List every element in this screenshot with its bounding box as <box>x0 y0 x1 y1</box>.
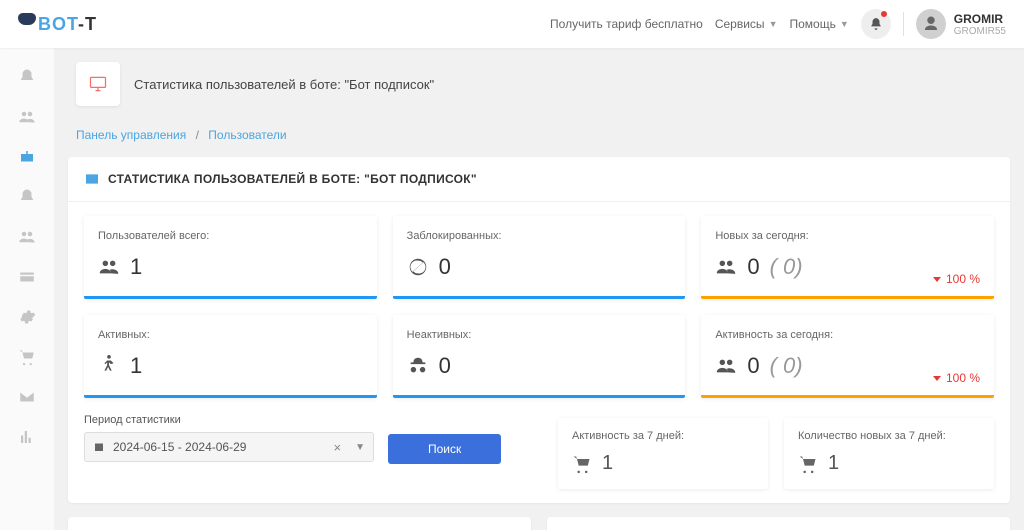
stat-inactive: Неактивных: 0 <box>393 315 686 398</box>
chart-new-period: КОЛИЧЕСТВО НОВЫХ ЗА ПЕРИОД 2024-06-15 - … <box>68 517 531 530</box>
main-content: Статистика пользователей в боте: "Бот по… <box>54 48 1024 530</box>
mini-label: Количество новых за 7 дней: <box>798 430 980 442</box>
date-range-value: 2024-06-15 - 2024-06-29 <box>113 440 246 454</box>
filter-label: Период статистики <box>84 414 374 426</box>
user-info: GROMIR GROMIR55 <box>954 12 1006 37</box>
user-name: GROMIR <box>954 12 1006 26</box>
stat-new-today: Новых за сегодня: 0 ( 0) 100 % <box>701 216 994 299</box>
tariff-link[interactable]: Получить тариф бесплатно <box>550 17 703 31</box>
stat-blocked: Заблокированных: 0 <box>393 216 686 299</box>
stat-label: Активность за сегодня: <box>715 329 980 341</box>
crumb-sep: / <box>196 128 199 142</box>
cart-icon <box>798 454 818 474</box>
logo-text: BOT-T <box>38 14 97 35</box>
stat-label: Пользователей всего: <box>98 230 363 242</box>
sidebar-item-users[interactable] <box>16 106 38 128</box>
user-subname: GROMIR55 <box>954 26 1006 37</box>
trend-value: 100 % <box>946 272 980 286</box>
users-icon <box>98 256 120 278</box>
caret-down-icon <box>932 373 942 383</box>
stat-subvalue: ( 0) <box>770 353 803 379</box>
crumb-root[interactable]: Панель управления <box>76 128 186 142</box>
caret-down-icon <box>932 274 942 284</box>
sidebar-item-mail[interactable] <box>16 386 38 408</box>
id-card-icon <box>84 171 100 187</box>
chart-activity-period: АКТИВНОСТЬ ЗА ПЕРИОД 2024-06-15 - 2024-0… <box>547 517 1010 530</box>
ban-icon <box>407 256 429 278</box>
stat-trend: 100 % <box>932 272 980 286</box>
divider <box>903 12 904 36</box>
person-active-icon <box>98 355 120 377</box>
stat-active: Активных: 1 <box>84 315 377 398</box>
mini-value: 1 <box>602 452 613 475</box>
notification-badge <box>881 11 887 17</box>
chevron-down-icon[interactable]: ▼ <box>355 442 365 453</box>
help-label: Помощь <box>789 17 835 31</box>
avatar <box>916 9 946 39</box>
sidebar-item-stats[interactable] <box>16 426 38 448</box>
page-header: Статистика пользователей в боте: "Бот по… <box>54 48 1024 120</box>
logo-icon <box>18 13 36 25</box>
sidebar-item-alert[interactable] <box>16 186 38 208</box>
chevron-down-icon: ▼ <box>840 19 849 29</box>
mini-label: Активность за 7 дней: <box>572 430 754 442</box>
spy-icon <box>407 355 429 377</box>
cart-icon <box>572 454 592 474</box>
users-icon <box>715 355 737 377</box>
date-range-input[interactable]: 2024-06-15 - 2024-06-29 × ▼ <box>84 432 374 462</box>
crumb-current[interactable]: Пользователи <box>208 128 286 142</box>
panel-title-bar: СТАТИСТИКА ПОЛЬЗОВАТЕЛЕЙ В БОТЕ: "БОТ ПО… <box>68 157 1010 202</box>
topbar: BOT-T Получить тариф бесплатно Сервисы▼ … <box>0 0 1024 48</box>
help-menu[interactable]: Помощь ▼ <box>789 17 848 31</box>
mini-activity-7d: Активность за 7 дней: 1 <box>558 418 768 489</box>
mini-value: 1 <box>828 452 839 475</box>
stat-label: Новых за сегодня: <box>715 230 980 242</box>
stat-value: 1 <box>130 254 142 280</box>
sidebar <box>0 48 54 530</box>
stat-label: Неактивных: <box>407 329 672 341</box>
stat-value: 0 <box>747 353 759 379</box>
stat-trend: 100 % <box>932 371 980 385</box>
search-button[interactable]: Поиск <box>388 434 501 464</box>
sidebar-item-notify[interactable] <box>16 66 38 88</box>
stat-activity-today: Активность за сегодня: 0 ( 0) 100 % <box>701 315 994 398</box>
stat-value: 0 <box>439 254 451 280</box>
services-label: Сервисы <box>715 17 765 31</box>
page-title: Статистика пользователей в боте: "Бот по… <box>134 77 434 92</box>
stats-panel: СТАТИСТИКА ПОЛЬЗОВАТЕЛЕЙ В БОТЕ: "БОТ ПО… <box>68 157 1010 503</box>
logo[interactable]: BOT-T <box>18 14 97 35</box>
sidebar-item-settings[interactable] <box>16 306 38 328</box>
user-menu[interactable]: GROMIR GROMIR55 <box>916 9 1006 39</box>
stat-value: 0 <box>747 254 759 280</box>
bell-icon <box>869 17 883 31</box>
stat-value: 1 <box>130 353 142 379</box>
stat-value: 0 <box>439 353 451 379</box>
stat-label: Заблокированных: <box>407 230 672 242</box>
monitor-icon <box>76 62 120 106</box>
users-icon <box>715 256 737 278</box>
calendar-icon <box>93 441 105 453</box>
notifications-button[interactable] <box>861 9 891 39</box>
trend-value: 100 % <box>946 371 980 385</box>
sidebar-item-bot[interactable] <box>16 146 38 168</box>
sidebar-item-card[interactable] <box>16 266 38 288</box>
stat-label: Активных: <box>98 329 363 341</box>
breadcrumb: Панель управления / Пользователи <box>54 120 1024 151</box>
stat-total: Пользователей всего: 1 <box>84 216 377 299</box>
chevron-down-icon: ▼ <box>769 19 778 29</box>
sidebar-item-group[interactable] <box>16 226 38 248</box>
panel-title-text: СТАТИСТИКА ПОЛЬЗОВАТЕЛЕЙ В БОТЕ: "БОТ ПО… <box>108 172 477 186</box>
mini-new-7d: Количество новых за 7 дней: 1 <box>784 418 994 489</box>
clear-date-button[interactable]: × <box>334 440 342 455</box>
stat-subvalue: ( 0) <box>770 254 803 280</box>
services-menu[interactable]: Сервисы ▼ <box>715 17 778 31</box>
sidebar-item-cart[interactable] <box>16 346 38 368</box>
tariff-link-label: Получить тариф бесплатно <box>550 17 703 31</box>
